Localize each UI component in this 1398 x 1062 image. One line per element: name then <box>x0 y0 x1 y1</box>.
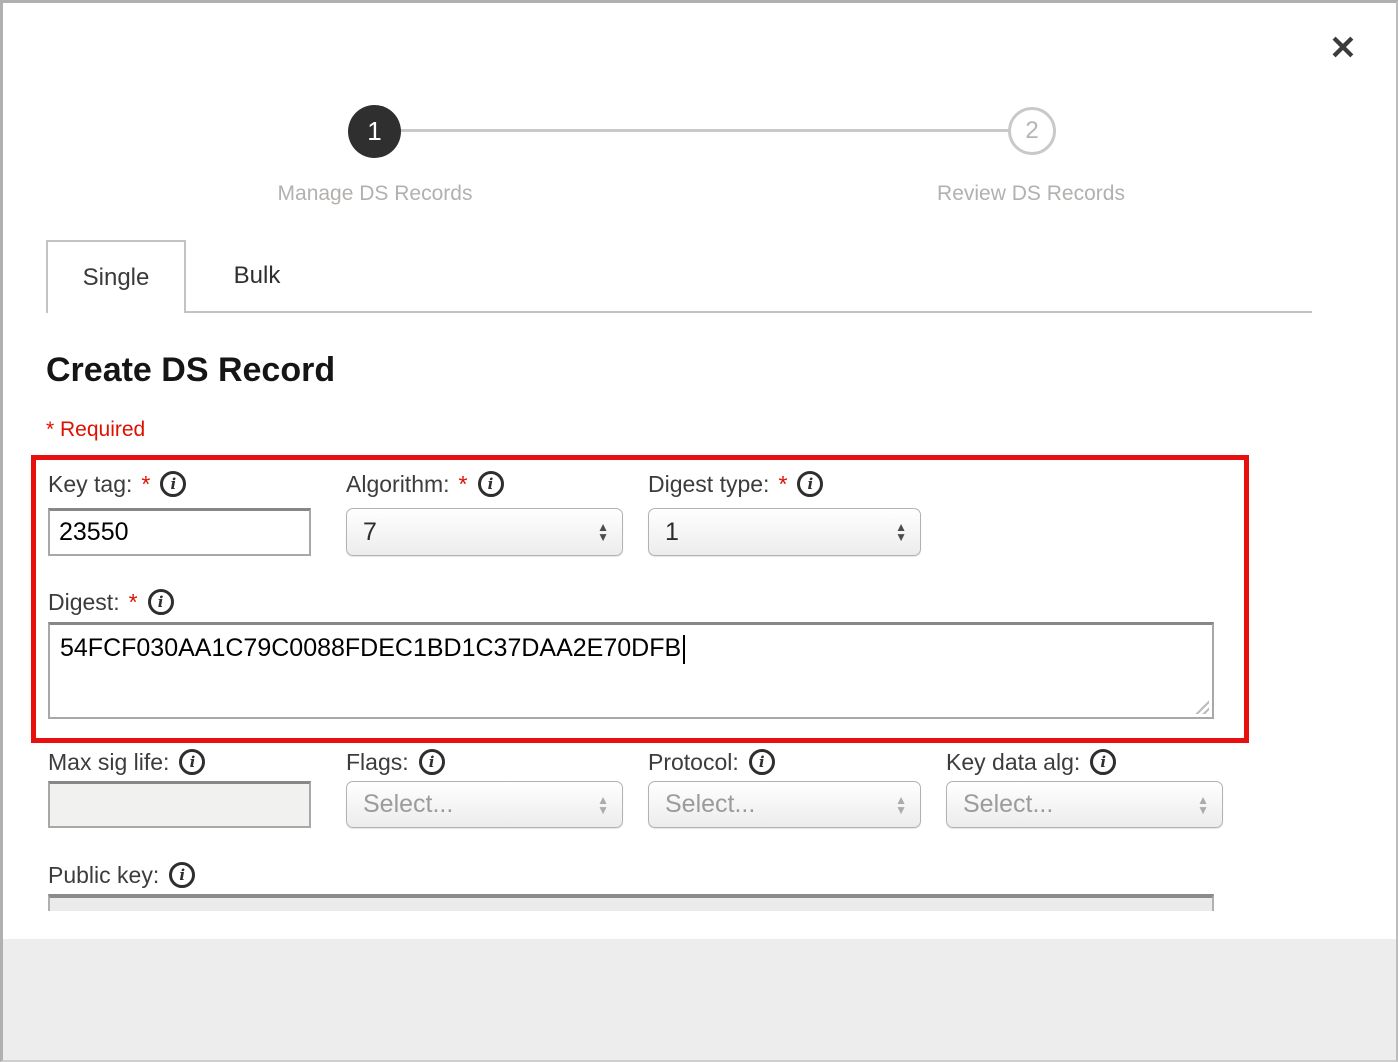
required-note: * Required <box>46 418 145 442</box>
tab-single[interactable]: Single <box>46 240 186 313</box>
step-1-circle: 1 <box>348 105 401 158</box>
page-title: Create DS Record <box>46 351 335 390</box>
info-icon[interactable]: i <box>797 471 823 497</box>
digest-type-label-text: Digest type: <box>648 471 769 498</box>
key-tag-label-text: Key tag: <box>48 471 132 498</box>
chevron-down-icon: ▼ <box>895 805 907 815</box>
modal-footer: Cancel Back Next <box>3 939 1396 1060</box>
algorithm-label: Algorithm: * i <box>346 469 504 499</box>
step-1-label: Manage DS Records <box>253 182 497 206</box>
chevron-down-icon: ▼ <box>597 532 609 542</box>
protocol-label: Protocol: i <box>648 747 775 777</box>
algorithm-select-value: 7 <box>363 518 377 547</box>
public-key-textarea[interactable] <box>48 894 1214 911</box>
step-2-circle: 2 <box>1008 107 1056 155</box>
max-sig-life-input[interactable] <box>48 781 311 828</box>
digest-type-select-value: 1 <box>665 518 679 547</box>
close-icon[interactable]: ✕ <box>1321 25 1365 69</box>
info-icon[interactable]: i <box>478 471 504 497</box>
required-asterisk: * <box>778 471 787 498</box>
protocol-select[interactable]: Select... ▲ ▼ <box>648 781 921 828</box>
select-arrows-icon: ▲ ▼ <box>597 795 609 815</box>
tab-bulk[interactable]: Bulk <box>186 240 328 311</box>
info-icon[interactable]: i <box>749 749 775 775</box>
max-sig-life-label-text: Max sig life: <box>48 749 169 776</box>
create-ds-record-modal: ✕ 1 2 Manage DS Records Review DS Record… <box>0 0 1398 1062</box>
algorithm-label-text: Algorithm: <box>346 471 450 498</box>
digest-type-select[interactable]: 1 ▲ ▼ <box>648 508 921 556</box>
max-sig-life-label: Max sig life: i <box>48 747 205 777</box>
flags-select[interactable]: Select... ▲ ▼ <box>346 781 623 828</box>
select-arrows-icon: ▲ ▼ <box>895 795 907 815</box>
required-asterisk: * <box>141 471 150 498</box>
key-data-alg-label: Key data alg: i <box>946 747 1116 777</box>
info-icon[interactable]: i <box>148 589 174 615</box>
stepper-connector-line <box>400 129 1010 132</box>
step-2-label: Review DS Records <box>909 182 1153 206</box>
chevron-down-icon: ▼ <box>1197 805 1209 815</box>
key-tag-label: Key tag: * i <box>48 469 186 499</box>
public-key-label: Public key: i <box>48 860 195 890</box>
chevron-down-icon: ▼ <box>895 532 907 542</box>
digest-label: Digest: * i <box>48 587 174 617</box>
info-icon[interactable]: i <box>160 471 186 497</box>
info-icon[interactable]: i <box>169 862 195 888</box>
key-tag-input[interactable] <box>48 508 311 556</box>
tab-bottom-border <box>46 311 1312 313</box>
resize-handle-icon[interactable] <box>1193 698 1209 714</box>
flags-select-placeholder: Select... <box>363 790 453 819</box>
info-icon[interactable]: i <box>179 749 205 775</box>
digest-value: 54FCF030AA1C79C0088FDEC1BD1C37DAA2E70DFB <box>60 634 681 662</box>
digest-label-text: Digest: <box>48 589 120 616</box>
select-arrows-icon: ▲ ▼ <box>597 522 609 542</box>
required-asterisk: * <box>129 589 138 616</box>
key-data-alg-label-text: Key data alg: <box>946 749 1080 776</box>
protocol-label-text: Protocol: <box>648 749 739 776</box>
key-data-alg-select-placeholder: Select... <box>963 790 1053 819</box>
flags-label: Flags: i <box>346 747 445 777</box>
required-asterisk: * <box>459 471 468 498</box>
flags-label-text: Flags: <box>346 749 409 776</box>
text-cursor <box>683 635 685 664</box>
select-arrows-icon: ▲ ▼ <box>1197 795 1209 815</box>
select-arrows-icon: ▲ ▼ <box>895 522 907 542</box>
algorithm-select[interactable]: 7 ▲ ▼ <box>346 508 623 556</box>
info-icon[interactable]: i <box>419 749 445 775</box>
digest-textarea[interactable]: 54FCF030AA1C79C0088FDEC1BD1C37DAA2E70DFB <box>48 622 1214 719</box>
digest-type-label: Digest type: * i <box>648 469 823 499</box>
key-data-alg-select[interactable]: Select... ▲ ▼ <box>946 781 1223 828</box>
public-key-label-text: Public key: <box>48 862 159 889</box>
chevron-down-icon: ▼ <box>597 805 609 815</box>
protocol-select-placeholder: Select... <box>665 790 755 819</box>
info-icon[interactable]: i <box>1090 749 1116 775</box>
